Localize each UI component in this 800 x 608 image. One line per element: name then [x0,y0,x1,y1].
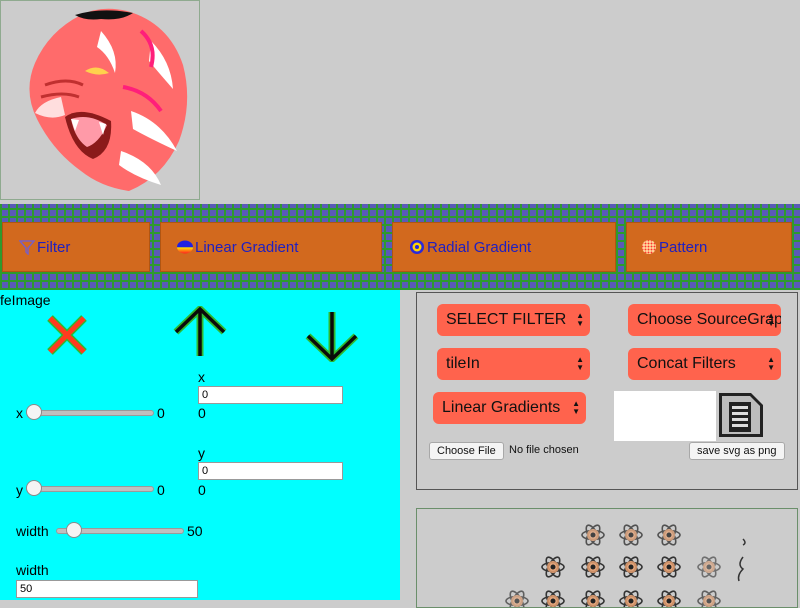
toolbar: Filter Linear Gradient Radial Gradient P… [0,204,800,290]
x-input[interactable] [198,386,343,404]
x-slider-value: 0 [157,405,165,421]
gradients-dropdown[interactable]: Linear Gradients ▲ ▼ [433,392,586,424]
width-slider-value: 50 [187,523,203,539]
x-field-label: x [198,369,205,385]
x-slider[interactable] [26,404,154,420]
choose-file-button[interactable]: Choose File [429,442,504,460]
arrow-down-icon [305,312,359,364]
filter-button[interactable]: Filter [2,222,150,272]
radial-gradient-label: Radial Gradient [427,238,532,256]
source-graphic-value: Choose SourceGraphic [637,311,781,328]
linear-gradient-label: Linear Gradient [195,238,299,256]
select-filter-dropdown[interactable]: SELECT FILTER ▲ ▼ [437,304,590,336]
select-arrows-icon: ▲ ▼ [576,355,584,372]
x-slider-label: x [16,405,23,421]
pattern-row-bottom [505,588,721,607]
linear-gradient-icon [177,240,193,254]
select-arrows-icon: ▲ ▼ [767,311,775,328]
y-input[interactable] [198,462,343,480]
width-field-label: width [16,562,49,578]
close-icon [47,315,87,355]
file-status-text: No file chosen [509,444,579,456]
radial-gradient-icon [410,240,424,254]
tile-dropdown[interactable]: tileIn ▲ ▼ [437,348,590,380]
x-slider-track [26,410,154,416]
pattern-button[interactable]: Pattern [626,222,792,272]
concat-filters-dropdown[interactable]: Concat Filters ▲ ▼ [628,348,781,380]
funnel-icon [19,240,35,255]
save-png-button[interactable]: save svg as png [689,442,785,460]
select-filter-value: SELECT FILTER [446,311,567,328]
concat-filters-value: Concat Filters [637,355,736,372]
width-slider-label: width [16,523,49,539]
select-arrows-icon: ▲ ▼ [576,311,584,328]
select-arrows-icon: ▲ ▼ [767,355,775,372]
width-slider-thumb[interactable] [66,522,82,538]
save-file-button[interactable] [717,391,765,444]
x-readout: 0 [198,405,206,421]
gradients-value: Linear Gradients [442,399,561,416]
linear-gradient-button[interactable]: Linear Gradient [160,222,382,272]
filter-label: Filter [37,238,71,256]
y-readout: 0 [198,482,206,498]
svg-preview-area [614,391,716,441]
y-slider-track [26,486,154,492]
width-input[interactable] [16,580,198,598]
image-preview [0,0,200,200]
select-arrows-icon: ▲ ▼ [572,399,580,416]
move-down-button[interactable] [304,310,360,367]
y-slider-label: y [16,482,23,498]
document-icon [719,393,763,437]
pattern-icon [642,240,656,254]
source-graphic-dropdown[interactable]: Choose SourceGraphic ▲▼ [628,304,781,336]
filter-output-image [505,522,746,607]
y-field-label: y [198,445,205,461]
y-slider[interactable] [26,480,154,496]
radial-gradient-button[interactable]: Radial Gradient [392,222,616,272]
feimage-panel: feImage x x 0 0 y y 0 0 width [0,290,400,600]
controls-panel: SELECT FILTER ▲▼ Choose SourceGraphic ▲▼… [416,292,798,490]
tiger-image [29,8,188,191]
pattern-label: Pattern [659,238,708,256]
y-slider-thumb[interactable] [26,480,42,496]
delete-button[interactable] [44,312,90,363]
tile-value: tileIn [446,355,480,372]
move-up-button[interactable] [172,304,228,363]
y-slider-value: 0 [157,482,165,498]
width-slider[interactable] [56,522,184,538]
panel-title: feImage [0,292,51,308]
pattern-row-middle [541,554,721,580]
x-slider-thumb[interactable] [26,404,42,420]
output-preview-panel [416,508,798,608]
arrow-up-icon [173,304,227,356]
pattern-row-top [581,522,681,548]
